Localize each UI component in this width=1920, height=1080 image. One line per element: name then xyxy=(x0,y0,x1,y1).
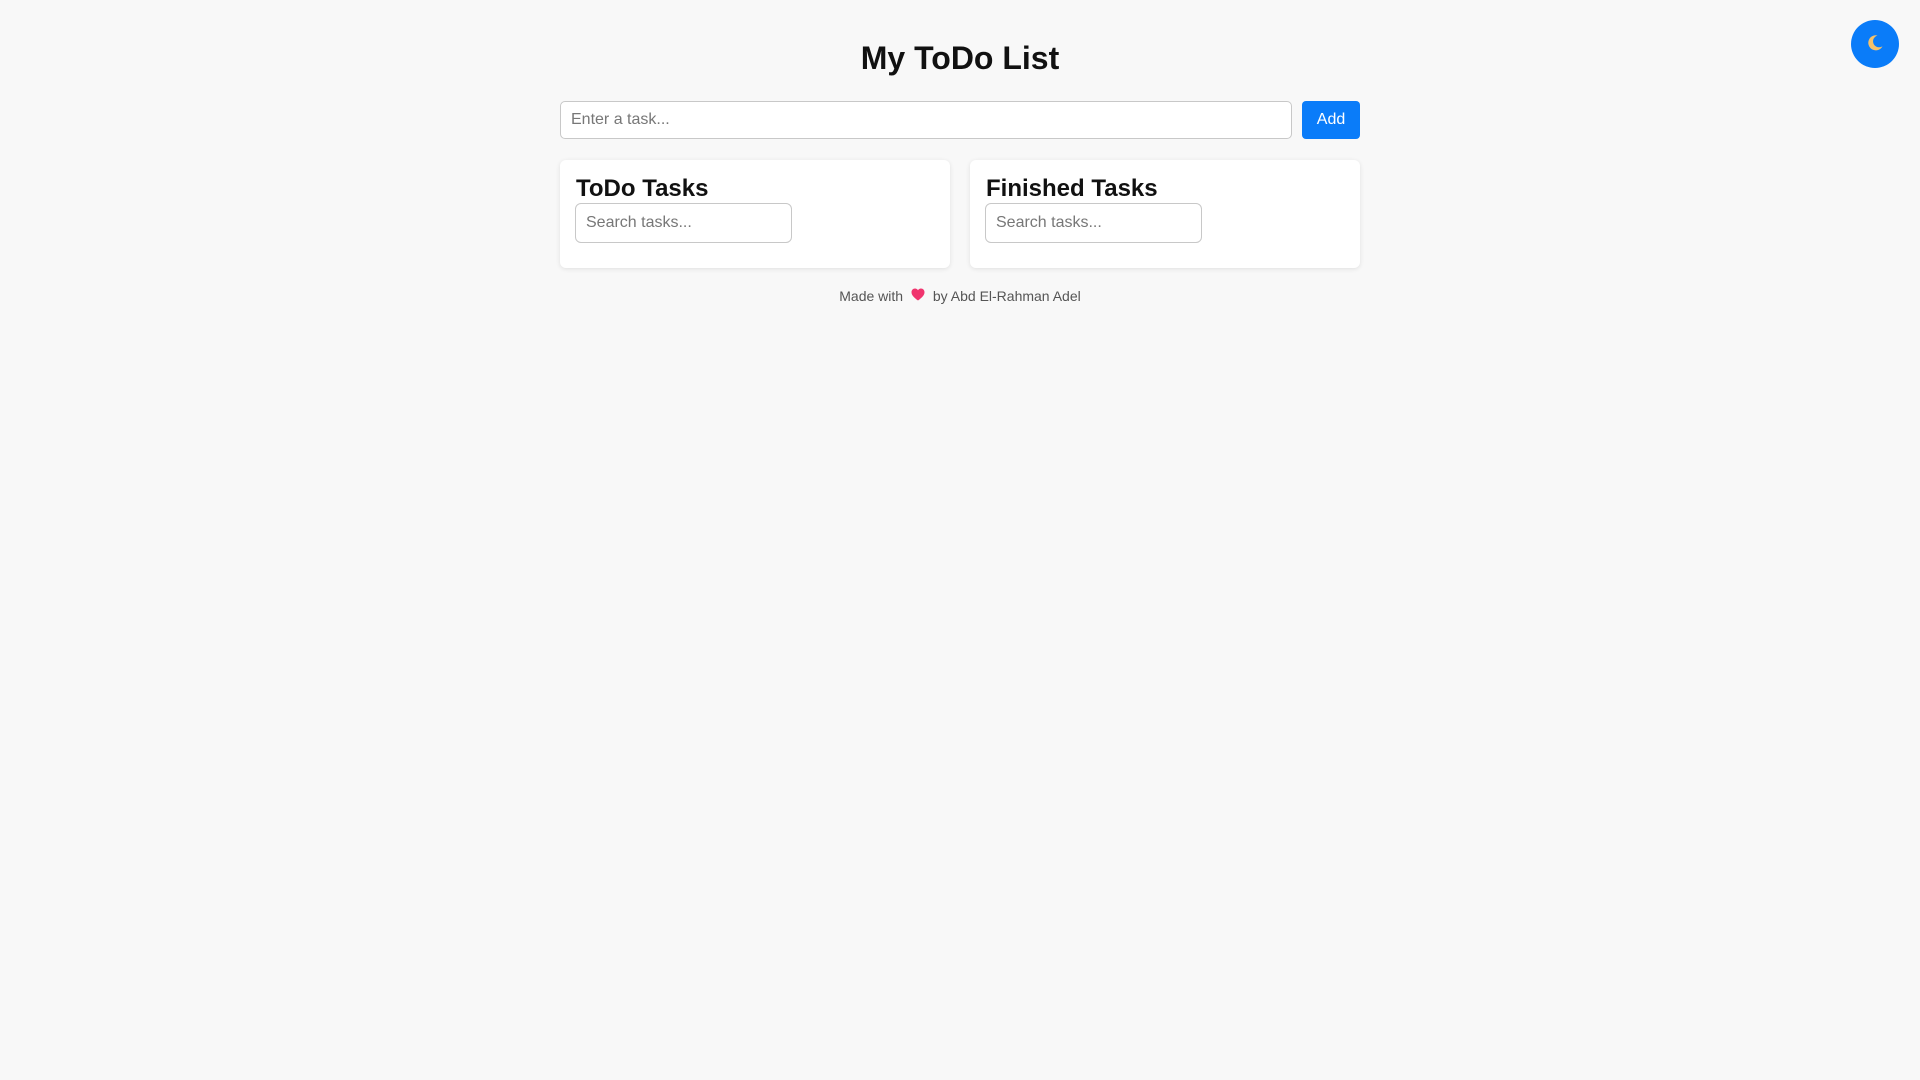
page-title: My ToDo List xyxy=(860,40,1060,76)
footer-prefix: Made with xyxy=(839,288,904,304)
add-task-row: Add xyxy=(560,101,1360,139)
finished-tasks-panel: Finished Tasks xyxy=(970,160,1360,268)
add-task-button[interactable]: Add xyxy=(1302,101,1360,139)
finished-tasks-title: Finished Tasks xyxy=(986,175,1158,202)
footer-author: by Abd El-Rahman Adel xyxy=(932,288,1081,304)
theme-toggle-button[interactable] xyxy=(1851,20,1899,68)
todo-tasks-panel: ToDo Tasks xyxy=(560,160,950,268)
task-input[interactable] xyxy=(560,101,1292,139)
moon-icon xyxy=(1865,33,1885,56)
task-lists: ToDo Tasks Finished Tasks xyxy=(560,160,1360,268)
footer: Made with by Abd El-Rahman Adel xyxy=(560,287,1360,306)
heart-icon xyxy=(911,287,925,305)
todo-tasks-title: ToDo Tasks xyxy=(576,175,709,202)
todo-search-input[interactable] xyxy=(575,203,792,243)
finished-search-input[interactable] xyxy=(985,203,1202,243)
